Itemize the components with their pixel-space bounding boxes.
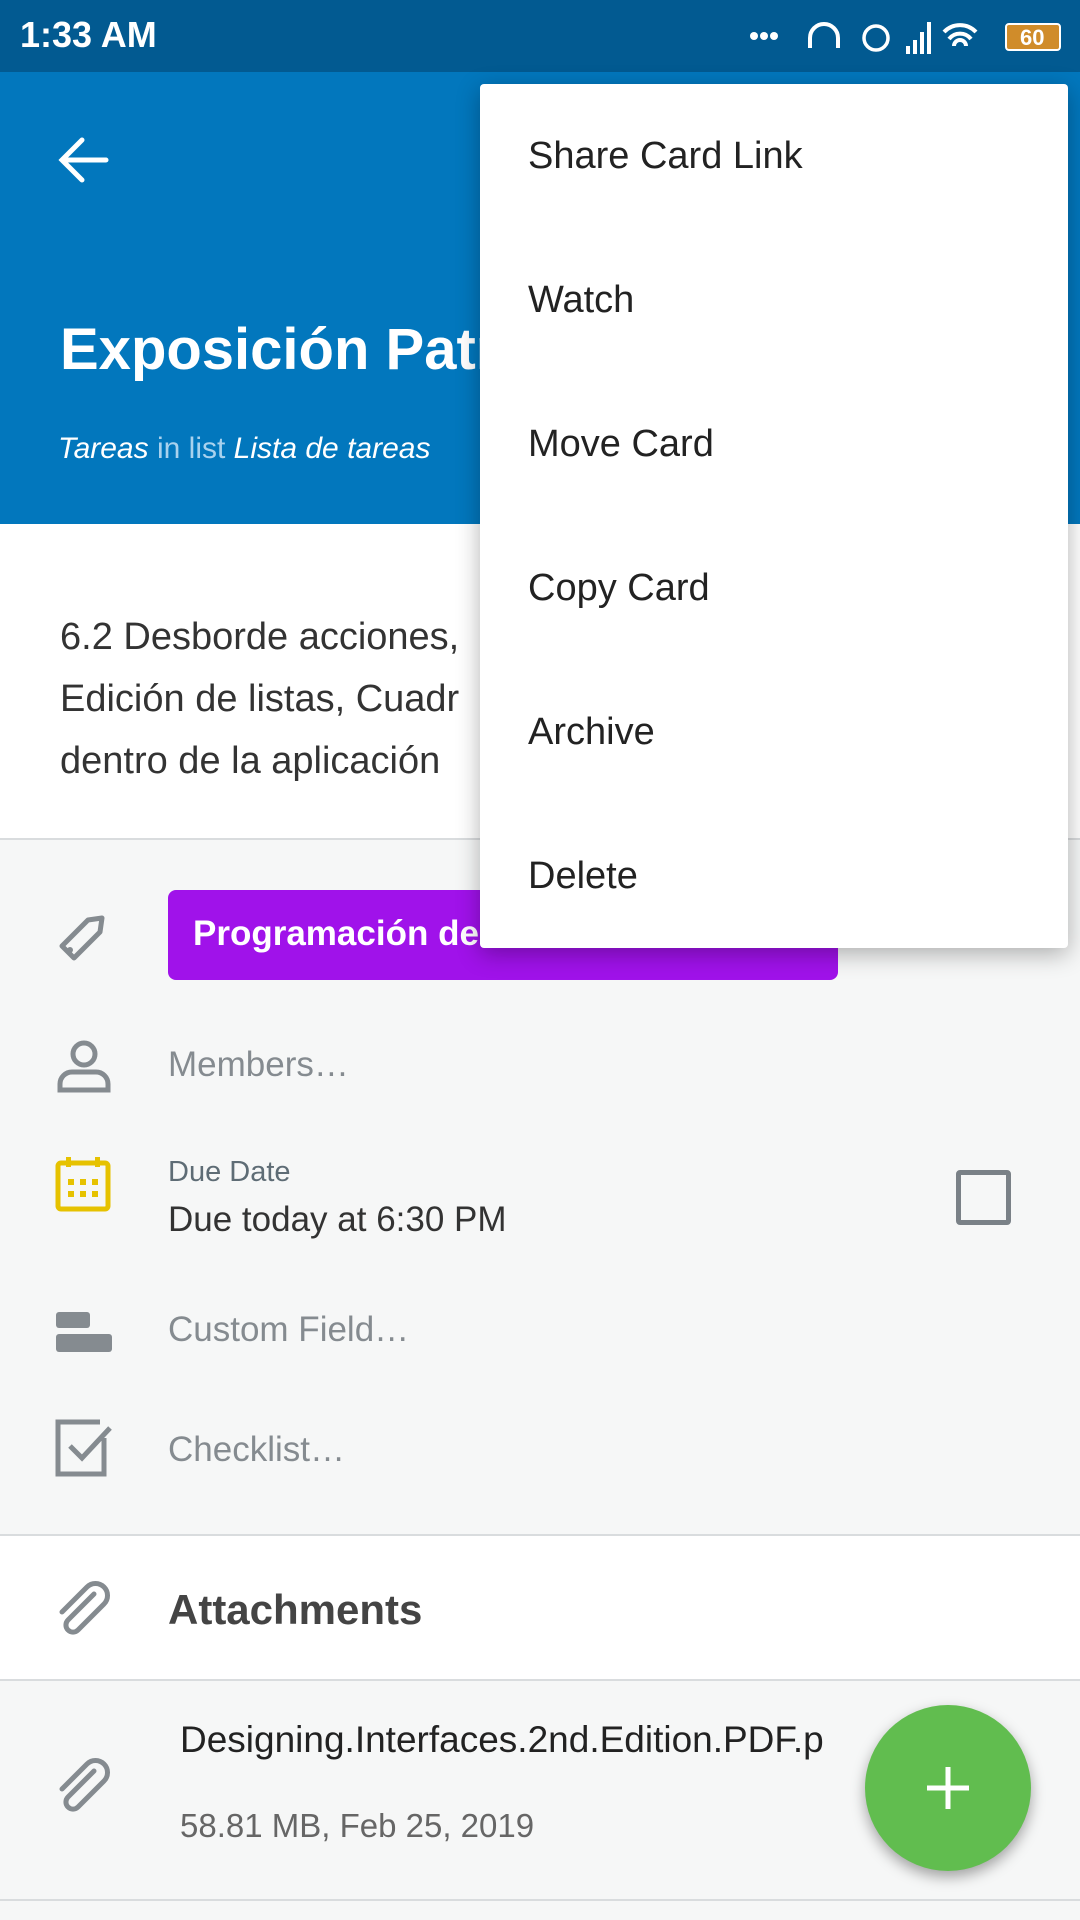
attachment-meta: 58.81 MB, Feb 25, 2019 <box>180 1807 535 1844</box>
status-time: 1:33 AM <box>20 14 157 55</box>
menu-item-watch[interactable]: Watch <box>480 228 1068 372</box>
back-arrow-icon[interactable] <box>56 132 112 188</box>
custom-field[interactable]: Custom Field… <box>168 1310 409 1350</box>
label-icon <box>59 915 105 961</box>
due-complete-checkbox[interactable] <box>956 1170 1011 1225</box>
attachment-name: Designing.Interfaces.2nd.Edition.PDF.p <box>180 1719 824 1760</box>
list-name[interactable]: Lista de tareas <box>234 432 431 465</box>
attachments-title: Attachments <box>168 1586 423 1633</box>
menu-item-copy-card[interactable]: Copy Card <box>480 516 1068 660</box>
menu-item-share-card-link[interactable]: Share Card Link <box>480 84 1068 228</box>
card-title[interactable]: Exposición Patr <box>60 316 498 383</box>
wifi-icon <box>942 23 978 47</box>
due-date-value[interactable]: Due today at 6:30 PM <box>168 1200 507 1240</box>
custom-field-icon <box>56 1312 112 1352</box>
add-fab-button[interactable] <box>865 1705 1031 1871</box>
member-icon <box>57 1040 111 1093</box>
board-name[interactable]: Tareas <box>58 432 149 465</box>
menu-item-archive[interactable]: Archive <box>480 660 1068 804</box>
alarm-icon <box>862 24 890 52</box>
status-icons: 60 <box>750 22 1061 54</box>
attachments-header: Attachments <box>0 1534 1080 1681</box>
status-bar: 1:33 AM 60 <box>0 0 1080 72</box>
calendar-icon <box>55 1157 111 1212</box>
battery-level: 60 <box>1020 25 1044 50</box>
members-field[interactable]: Members… <box>168 1045 349 1085</box>
card-location: Tareas in list Lista de tareas <box>58 432 430 466</box>
paperclip-icon <box>59 1581 110 1635</box>
overflow-menu: Share Card Link Watch Move Card Copy Car… <box>480 84 1068 948</box>
more-dots-icon <box>750 32 778 40</box>
signal-icon <box>906 22 931 54</box>
checklist-field[interactable]: Checklist… <box>168 1430 345 1470</box>
menu-item-delete[interactable]: Delete <box>480 804 1068 948</box>
in-list-text: in list <box>156 432 226 465</box>
checklist-icon <box>55 1419 112 1477</box>
paperclip-icon <box>59 1758 110 1812</box>
menu-item-move-card[interactable]: Move Card <box>480 372 1068 516</box>
description-line: 6.2 Desborde acciones, <box>60 616 460 658</box>
headset-icon <box>808 22 840 48</box>
description-line: Edición de listas, Cuadr <box>60 678 460 720</box>
plus-icon <box>927 1767 969 1809</box>
description-line: dentro de la aplicación <box>60 740 441 782</box>
due-date-label: Due Date <box>168 1156 291 1188</box>
